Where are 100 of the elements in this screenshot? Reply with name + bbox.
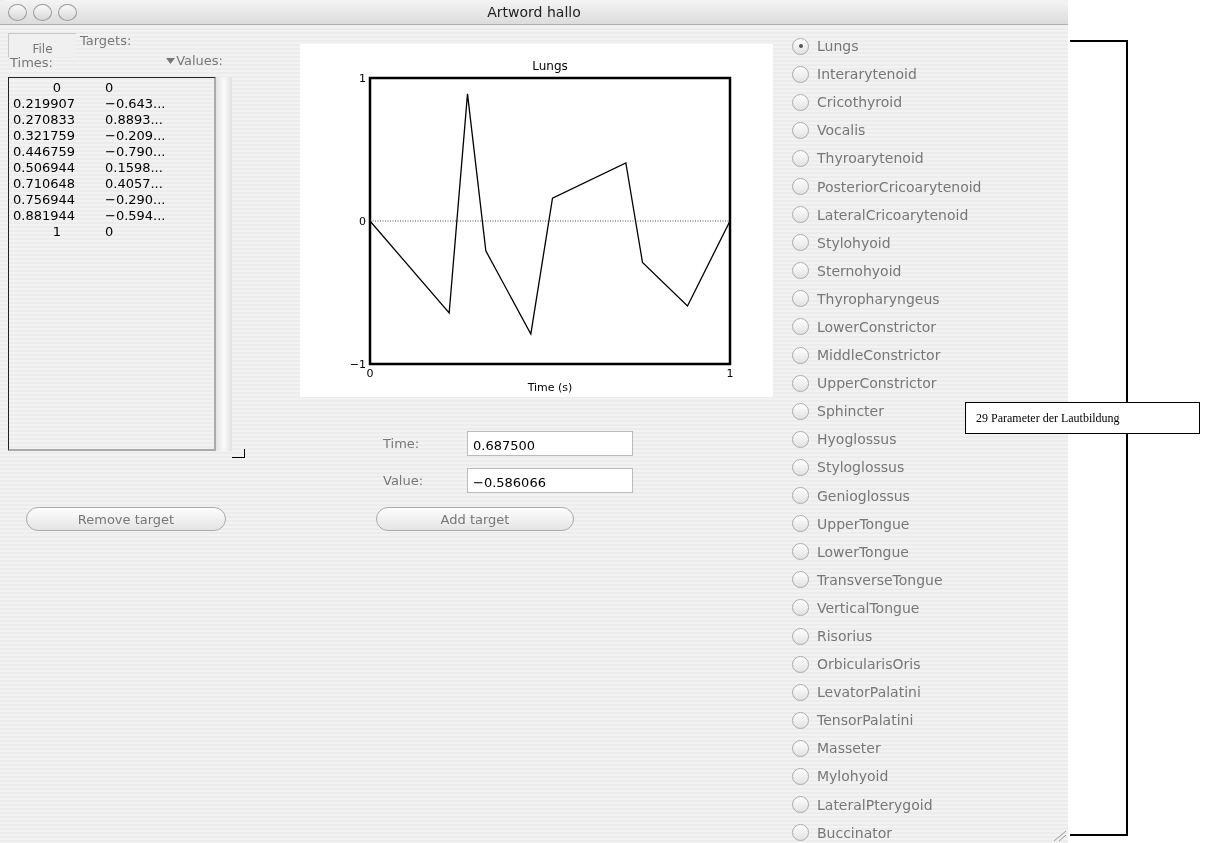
muscle-option[interactable]: Thyroarytenoid — [792, 144, 924, 173]
radio-button[interactable] — [792, 487, 809, 505]
radio-button[interactable] — [792, 374, 809, 392]
muscle-option[interactable]: UpperTongue — [792, 509, 910, 538]
radio-button[interactable] — [792, 234, 809, 252]
radio-button[interactable] — [792, 824, 809, 842]
muscle-option[interactable]: LowerConstrictor — [792, 312, 937, 342]
radio-button[interactable] — [792, 206, 809, 224]
radio-button[interactable] — [792, 683, 809, 701]
radio-button[interactable] — [792, 290, 809, 308]
muscle-option[interactable]: Styloglossus — [792, 453, 905, 482]
zoom-button[interactable] — [58, 3, 77, 21]
value-cell-text: −0.290... — [104, 192, 167, 208]
muscle-option[interactable]: Cricothyroid — [792, 88, 903, 117]
value-cell-text: −0.643... — [104, 96, 167, 112]
close-button[interactable] — [8, 3, 27, 21]
radio-button[interactable] — [792, 149, 809, 167]
radio-button[interactable] — [792, 768, 809, 785]
time-cell-text: 0.506944 — [12, 160, 77, 176]
value-cell-text: 0.1598... — [104, 160, 164, 176]
value-cell-text: 0.8893... — [104, 112, 164, 128]
y-tick-label: 0 — [359, 215, 366, 228]
radio-button[interactable] — [792, 65, 809, 83]
x-tick-label: 0 — [366, 367, 374, 380]
muscle-option[interactable]: Sphincter — [792, 397, 884, 426]
radio-button[interactable] — [792, 121, 809, 139]
value-cell-text: −0.790... — [104, 144, 167, 160]
muscle-option[interactable]: TransverseTongue — [792, 565, 943, 594]
time-cell-text: 0 — [51, 80, 63, 96]
targets-label: Targets: — [79, 33, 133, 50]
radio-button[interactable] — [792, 655, 809, 673]
y-tick-label: 1 — [359, 72, 366, 85]
muscle-option[interactable]: Vocalis — [792, 116, 866, 145]
muscle-option[interactable]: UpperConstrictor — [792, 369, 937, 398]
file-menu[interactable]: File — [8, 33, 76, 57]
muscle-option[interactable]: Lungs — [792, 32, 859, 61]
value-label: Value: — [383, 473, 425, 488]
muscle-option[interactable]: VerticalTongue — [792, 593, 920, 622]
radio-button[interactable] — [792, 543, 809, 561]
radio-button[interactable] — [792, 599, 809, 617]
add-target-button[interactable]: Add target — [376, 507, 574, 531]
window-title: Artword hallo — [487, 4, 581, 20]
muscle-option[interactable]: LevatorPalatini — [792, 678, 921, 707]
x-axis-label: Time (s) — [527, 381, 573, 394]
muscle-option[interactable]: Sternohyoid — [792, 256, 902, 285]
value-cell-text: 0 — [104, 80, 115, 96]
radio-button[interactable] — [792, 739, 809, 757]
time-cell-text: 0.219907 — [12, 96, 77, 112]
radio-button[interactable] — [792, 458, 809, 476]
minimize-button[interactable] — [33, 3, 52, 21]
time-cell-text: 0.270833 — [12, 112, 77, 128]
radio-button[interactable] — [792, 346, 809, 364]
radio-button[interactable] — [792, 796, 809, 814]
muscle-option[interactable]: Mylohyoid — [792, 762, 889, 791]
radio-button[interactable] — [792, 37, 809, 55]
muscle-option[interactable]: Risorius — [792, 621, 873, 651]
muscle-option[interactable]: PosteriorCricoarytenoid — [792, 172, 982, 201]
muscle-option[interactable]: OrbicularisOris — [792, 650, 921, 679]
muscle-option[interactable]: Genioglossus — [792, 481, 910, 510]
muscle-option[interactable]: LateralPterygoid — [792, 790, 933, 819]
radio-button[interactable] — [792, 262, 809, 280]
muscle-option[interactable]: TensorPalatini — [792, 706, 914, 735]
radio-button[interactable] — [792, 402, 809, 420]
radio-button[interactable] — [792, 571, 809, 589]
muscle-option[interactable]: Hyoglossus — [792, 425, 897, 454]
muscle-option[interactable]: Thyropharyngeus — [792, 284, 940, 313]
column-header: Values: — [176, 52, 223, 68]
muscle-option[interactable]: Interarytenoid — [792, 60, 917, 89]
value-cell-text: 0 — [104, 224, 115, 240]
resize-corner — [232, 449, 245, 458]
y-tick-label: −1 — [349, 358, 366, 371]
muscle-option[interactable]: Buccinator — [792, 818, 893, 843]
radio-button[interactable] — [792, 430, 809, 448]
radio-button[interactable] — [792, 318, 809, 336]
time-cell-text: 0.756944 — [12, 192, 77, 208]
caret-icon[interactable] — [166, 56, 176, 64]
muscle-option[interactable]: MiddleConstrictor — [792, 341, 941, 370]
value-cell-text: −0.209... — [104, 128, 167, 144]
radio-button[interactable] — [792, 711, 809, 729]
annotation-label: 29 Parameter der Lautbildung — [965, 402, 1200, 434]
radio-button[interactable] — [792, 627, 809, 645]
time-field[interactable]: 0.687500 — [467, 431, 633, 456]
radio-button[interactable] — [792, 178, 809, 195]
x-tick-label: 1 — [726, 367, 734, 380]
scrollbar[interactable] — [216, 77, 232, 451]
time-cell-text: 0.446759 — [12, 144, 77, 160]
value-cell-text: 0.4057... — [104, 176, 164, 192]
chart-title: Lungs — [532, 59, 568, 73]
value-field[interactable]: −0.586066 — [467, 468, 633, 493]
muscle-option[interactable]: Stylohyoid — [792, 228, 891, 257]
radio-button[interactable] — [792, 515, 809, 533]
radio-button[interactable] — [792, 93, 809, 111]
remove-target-button[interactable]: Remove target — [26, 507, 226, 531]
muscle-option[interactable]: LowerTongue — [792, 537, 909, 566]
muscle-option[interactable]: LateralCricoarytenoid — [792, 200, 969, 229]
muscle-option[interactable]: Masseter — [792, 734, 881, 763]
time-label: Time: — [383, 436, 421, 451]
column-header: Times: — [10, 55, 53, 70]
time-cell-text: 1 — [51, 224, 63, 240]
time-cell-text: 0.881944 — [12, 208, 77, 224]
